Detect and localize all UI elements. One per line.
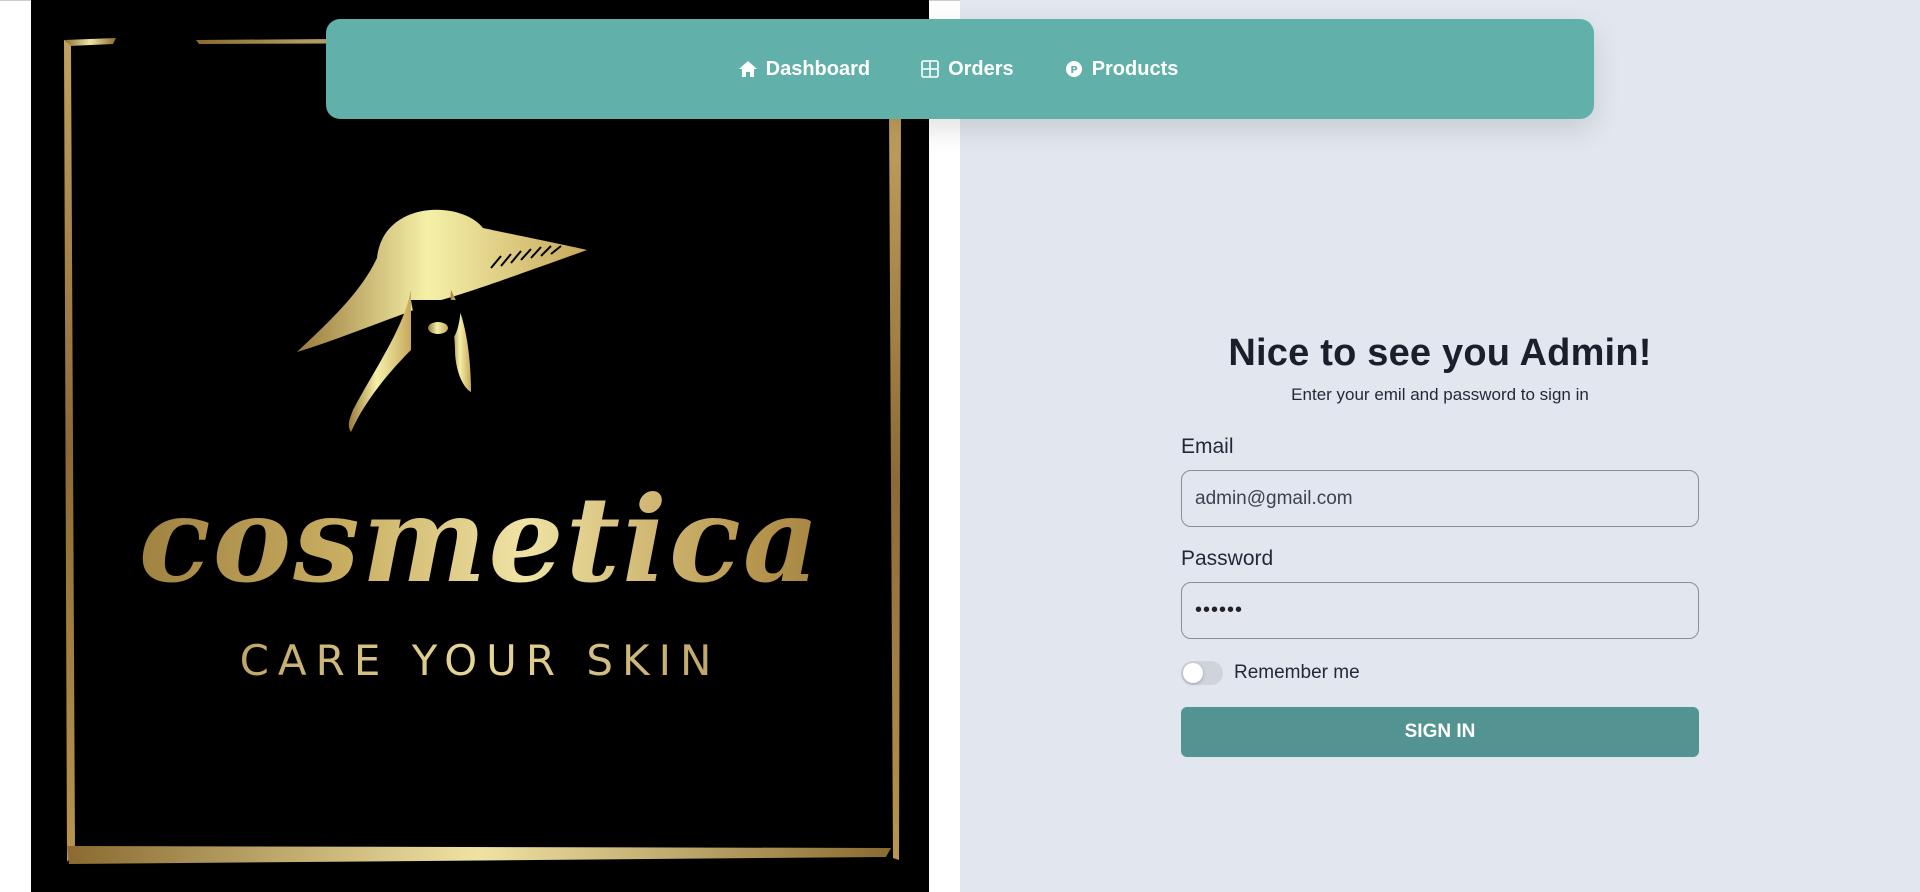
nav-products[interactable]: P Products	[1064, 57, 1179, 81]
brand-artwork	[64, 36, 903, 864]
top-navbar: Dashboard Orders P Products	[326, 19, 1594, 119]
nav-dashboard[interactable]: Dashboard	[738, 58, 870, 81]
nav-orders[interactable]: Orders	[920, 58, 1014, 81]
product-circle-icon: P	[1064, 59, 1084, 79]
signin-form: Nice to see you Admin! Enter your emil a…	[1181, 332, 1699, 757]
nav-dashboard-label: Dashboard	[765, 57, 871, 80]
brand-hero-image: cosmetica CARE YOUR SKIN	[31, 0, 929, 892]
password-field[interactable]: ••••••	[1181, 582, 1699, 639]
nav-products-label: Products	[1091, 57, 1179, 80]
sign-in-button[interactable]: SIGN IN	[1181, 707, 1699, 757]
password-value: ••••••	[1195, 599, 1244, 621]
remember-me-row: Remember me	[1181, 661, 1699, 685]
password-label: Password	[1181, 547, 1274, 570]
email-field[interactable]: admin@gmail.com	[1181, 470, 1699, 527]
nav-orders-label: Orders	[948, 57, 1014, 80]
email-label: Email	[1181, 435, 1234, 458]
toggle-knob	[1183, 663, 1203, 683]
home-icon	[738, 59, 758, 79]
gold-frame	[64, 36, 903, 864]
brand-tagline: CARE YOUR SKIN	[31, 636, 929, 685]
woman-hat-logo	[297, 209, 587, 432]
page-subtitle: Enter your emil and password to sign in	[1291, 385, 1589, 404]
brand-logo-text: cosmetica	[31, 470, 929, 609]
svg-text:P: P	[1070, 65, 1077, 76]
email-value: admin@gmail.com	[1195, 487, 1353, 509]
remember-me-label: Remember me	[1234, 662, 1360, 683]
sign-in-button-label: SIGN IN	[1404, 721, 1476, 742]
remember-me-toggle[interactable]	[1181, 661, 1223, 685]
page-title: Nice to see you Admin!	[1228, 332, 1652, 374]
grid-icon	[920, 59, 940, 79]
